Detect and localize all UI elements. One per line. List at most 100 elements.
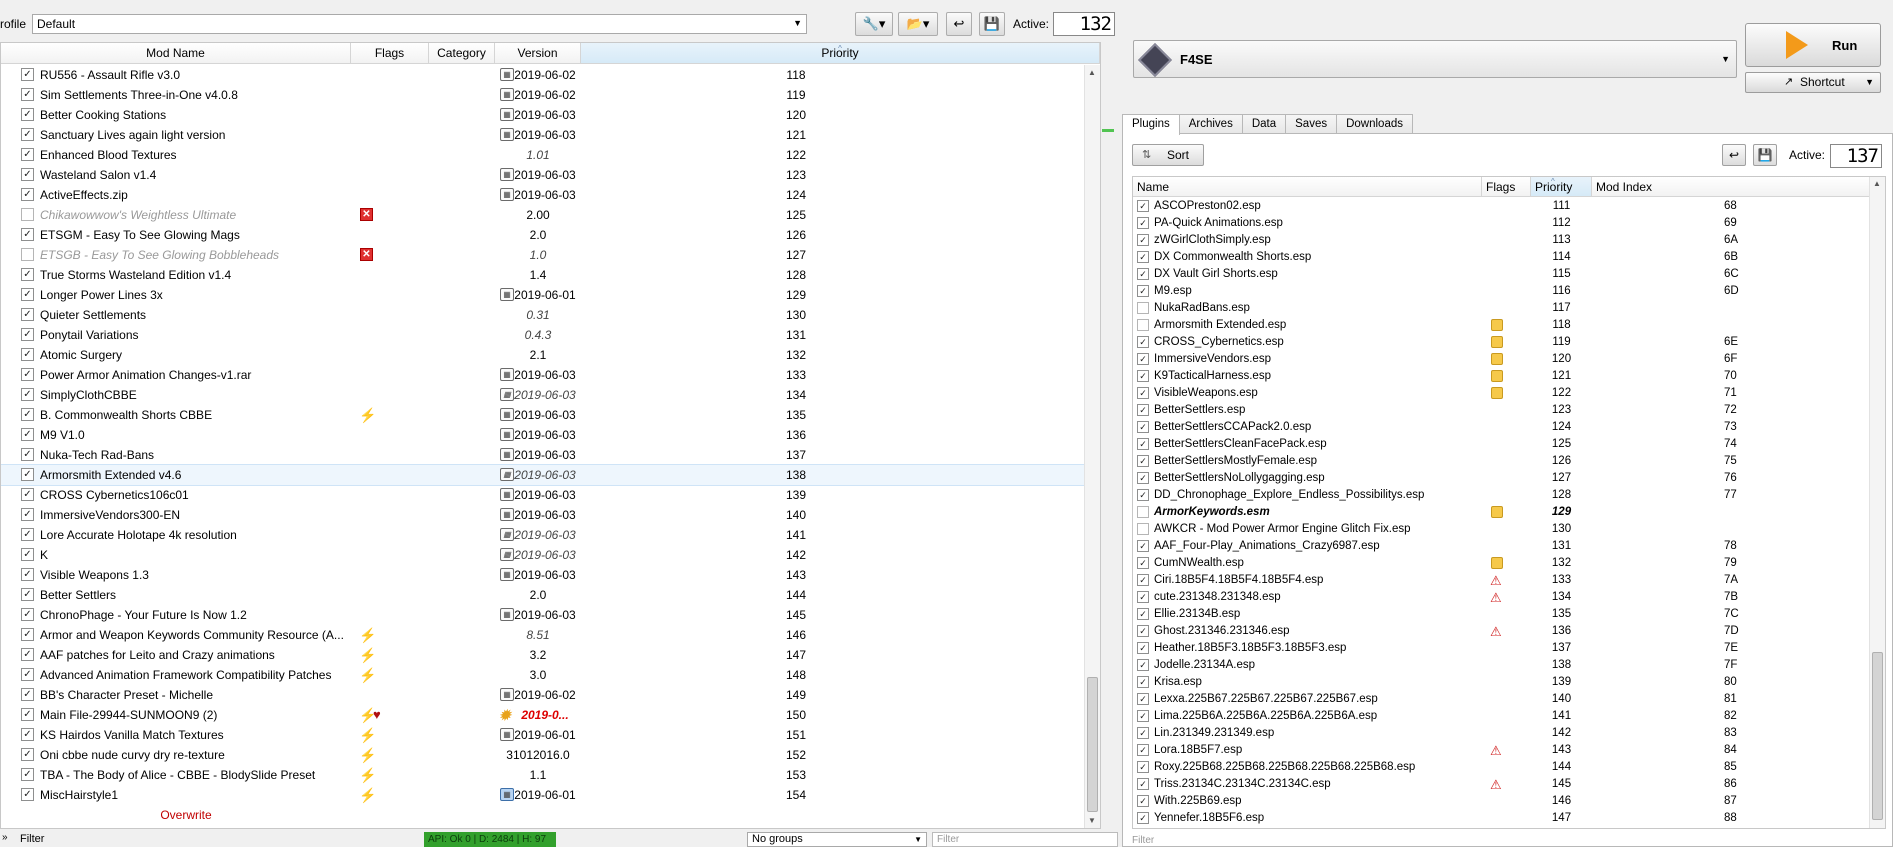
plugin-enabled-checkbox[interactable]: ✓	[1137, 778, 1149, 790]
mod-enabled-checkbox[interactable]: ✓	[21, 228, 34, 241]
plugin-enabled-checkbox[interactable]: ✓	[1137, 268, 1149, 280]
mod-enabled-checkbox[interactable]: ✓	[21, 528, 34, 541]
mod-row[interactable]: ✓ Better Cooking Stations ▦ 2019-06-03 120	[1, 105, 1100, 125]
tab-downloads[interactable]: Downloads	[1336, 114, 1413, 134]
plugin-row[interactable]: ✓ Yennefer.18B5F6.esp 147 88	[1133, 810, 1870, 827]
plugin-enabled-checkbox[interactable]: ✓	[1137, 438, 1149, 450]
mod-filter-input[interactable]: Filter	[932, 832, 1118, 847]
plugin-row[interactable]: ✓ CumNWealth.esp 132 79	[1133, 555, 1870, 572]
plugin-enabled-checkbox[interactable]: ✓	[1137, 727, 1149, 739]
scroll-up-icon[interactable]: ▲	[1088, 68, 1096, 77]
mod-enabled-checkbox[interactable]: ✓	[21, 388, 34, 401]
plugin-enabled-checkbox[interactable]: ✓	[1137, 557, 1149, 569]
plugin-enabled-checkbox[interactable]: ✓	[1137, 336, 1149, 348]
mod-enabled-checkbox[interactable]: ✓	[21, 68, 34, 81]
plugin-enabled-checkbox[interactable]: ✓	[1137, 455, 1149, 467]
plugin-row[interactable]: ✓ DX Vault Girl Shorts.esp 115 6C	[1133, 266, 1870, 283]
mod-row[interactable]: ✓ Armor and Weapon Keywords Community Res…	[1, 625, 1100, 645]
tab-archives[interactable]: Archives	[1178, 114, 1243, 134]
mod-row[interactable]: ✓ Advanced Animation Framework Compatibil…	[1, 665, 1100, 685]
plugin-enabled-checkbox[interactable]: ✓	[1137, 404, 1149, 416]
open-folder-button[interactable]: 📂▾	[898, 12, 938, 36]
mod-enabled-checkbox[interactable]: ✓	[21, 768, 34, 781]
scroll-up-icon[interactable]: ▲	[1873, 179, 1881, 188]
mod-enabled-checkbox[interactable]: ✓	[21, 88, 34, 101]
executable-select[interactable]: F4SE ▼	[1133, 40, 1737, 78]
mod-enabled-checkbox[interactable]: ✓	[21, 368, 34, 381]
mod-row[interactable]: ✓ RU556 - Assault Rifle v3.0 ▦ 2019-06-02 11…	[1, 65, 1100, 85]
mod-row[interactable]: ✓ BB's Character Preset - Michelle ▦ 2019-0…	[1, 685, 1100, 705]
plugin-row[interactable]: ✓ M9.esp 116 6D	[1133, 283, 1870, 300]
plugin-enabled-checkbox[interactable]: ✓	[1137, 744, 1149, 756]
tab-data[interactable]: Data	[1241, 114, 1287, 134]
plugin-enabled-checkbox[interactable]: ✓	[1137, 387, 1149, 399]
plugin-enabled-checkbox[interactable]: ✓	[1137, 795, 1149, 807]
plugin-row[interactable]: ✓ Lexxa.225B67.225B67.225B67.225B67.esp 14…	[1133, 691, 1870, 708]
plugin-row[interactable]: ✓ Heather.18B5F3.18B5F3.18B5F3.esp 137 7E	[1133, 640, 1870, 657]
mod-row[interactable]: ✓ ActiveEffects.zip ▦ 2019-06-03 124	[1, 185, 1100, 205]
plugin-enabled-checkbox[interactable]: ✓	[1137, 574, 1149, 586]
mod-row[interactable]: ✓ Power Armor Animation Changes-v1.rar ▦ 20…	[1, 365, 1100, 385]
plugin-row[interactable]: ✓ zWGirlClothSimply.esp 113 6A	[1133, 232, 1870, 249]
mod-enabled-checkbox[interactable]: ✓	[21, 148, 34, 161]
scroll-down-icon[interactable]: ▼	[1088, 816, 1096, 825]
mod-enabled-checkbox[interactable]: ✓	[21, 128, 34, 141]
plugin-row[interactable]: ✓ BetterSettlersCCAPack2.0.esp 124 73	[1133, 419, 1870, 436]
plugin-enabled-checkbox[interactable]: ✓	[1137, 591, 1149, 603]
mod-row[interactable]: ✓ Ponytail Variations 0.4.3 131	[1, 325, 1100, 345]
groups-select[interactable]: No groups ▼	[747, 832, 927, 847]
mod-enabled-checkbox[interactable]: ✓	[21, 348, 34, 361]
mod-row[interactable]: ✓ Better Settlers 2.0 144	[1, 585, 1100, 605]
plugin-row[interactable]: ✓ DX Commonwealth Shorts.esp 114 6B	[1133, 249, 1870, 266]
shortcut-button[interactable]: ↗ Shortcut ▼	[1745, 72, 1881, 93]
plugin-row[interactable]: ✓ BetterSettlersCleanFacePack.esp 125 74	[1133, 436, 1870, 453]
column-mod-name[interactable]: Mod Name	[1, 43, 351, 63]
plugin-enabled-checkbox[interactable]	[1137, 302, 1149, 314]
mod-row[interactable]: ✓ KS Hairdos Vanilla Match Textures ⚡ ▦ 2019…	[1, 725, 1100, 745]
mod-row[interactable]: ✓ Wasteland Salon v1.4 ▦ 2019-06-03 123	[1, 165, 1100, 185]
plugin-enabled-checkbox[interactable]: ✓	[1137, 472, 1149, 484]
plugin-enabled-checkbox[interactable]: ✓	[1137, 370, 1149, 382]
plugin-enabled-checkbox[interactable]	[1137, 506, 1149, 518]
mod-row[interactable]: ✓ ETSGM - Easy To See Glowing Mags 2.0 126	[1, 225, 1100, 245]
plugin-row[interactable]: NukaRadBans.esp 117	[1133, 300, 1870, 317]
plugin-enabled-checkbox[interactable]: ✓	[1137, 285, 1149, 297]
mod-enabled-checkbox[interactable]: ✓	[21, 668, 34, 681]
plugin-row[interactable]: ✓ DD_Chronophage_Explore_Endless_Possibil…	[1133, 487, 1870, 504]
column-priority[interactable]: ^ Priority	[581, 43, 1100, 63]
scrollbar-thumb[interactable]	[1087, 677, 1098, 812]
plugin-row[interactable]: ✓ Triss.23134C.23134C.23134C.esp ⚠ 145 86	[1133, 776, 1870, 793]
column-flags[interactable]: Flags	[1482, 177, 1531, 196]
mod-row[interactable]: ✓ Enhanced Blood Textures 1.01 122	[1, 145, 1100, 165]
plugin-row[interactable]: ✓ Lora.18B5F7.esp ⚠ 143 84	[1133, 742, 1870, 759]
mod-enabled-checkbox[interactable]: ✓	[21, 288, 34, 301]
plugin-enabled-checkbox[interactable]	[1137, 319, 1149, 331]
mod-row[interactable]: ✓ ChronoPhage - Your Future Is Now 1.2 ▦ 20…	[1, 605, 1100, 625]
plugin-enabled-checkbox[interactable]: ✓	[1137, 761, 1149, 773]
mod-enabled-checkbox[interactable]: ✓	[21, 448, 34, 461]
mod-row[interactable]: ✓ Longer Power Lines 3x ▦ 2019-06-01 129	[1, 285, 1100, 305]
collapse-icon[interactable]: »	[2, 832, 8, 843]
mod-enabled-checkbox[interactable]: ✓	[21, 728, 34, 741]
plugin-row[interactable]: ArmorKeywords.esm 129	[1133, 504, 1870, 521]
mod-row[interactable]: ✓ TBA - The Body of Alice - CBBE - BlodyS…	[1, 765, 1100, 785]
plugin-row[interactable]: ✓ CROSS_Cybernetics.esp 119 6E	[1133, 334, 1870, 351]
mod-row[interactable]: ✓ Lore Accurate Holotape 4k resolution ▦ 20…	[1, 525, 1100, 545]
plugin-enabled-checkbox[interactable]: ✓	[1137, 642, 1149, 654]
mod-enabled-checkbox[interactable]	[21, 208, 34, 221]
plugin-row[interactable]: ✓ cute.231348.231348.esp ⚠ 134 7B	[1133, 589, 1870, 606]
plugin-row[interactable]: ✓ Ciri.18B5F4.18B5F4.18B5F4.esp ⚠ 133 7A	[1133, 572, 1870, 589]
plugin-enabled-checkbox[interactable]: ✓	[1137, 540, 1149, 552]
plugin-row[interactable]: ✓ AAF_Four-Play_Animations_Crazy6987.esp 1…	[1133, 538, 1870, 555]
restore-backup-button[interactable]: ↩	[946, 12, 972, 36]
mod-enabled-checkbox[interactable]: ✓	[21, 268, 34, 281]
scrollbar-thumb[interactable]	[1872, 652, 1883, 820]
tab-plugins[interactable]: Plugins	[1122, 114, 1180, 135]
restore-plugins-button[interactable]: ↩	[1722, 144, 1746, 166]
plugin-enabled-checkbox[interactable]: ✓	[1137, 421, 1149, 433]
mod-enabled-checkbox[interactable]: ✓	[21, 168, 34, 181]
plugin-row[interactable]: ✓ Lin.231349.231349.esp 142 83	[1133, 725, 1870, 742]
mod-enabled-checkbox[interactable]: ✓	[21, 548, 34, 561]
plugin-enabled-checkbox[interactable]	[1137, 523, 1149, 535]
column-name[interactable]: Name	[1133, 177, 1482, 196]
